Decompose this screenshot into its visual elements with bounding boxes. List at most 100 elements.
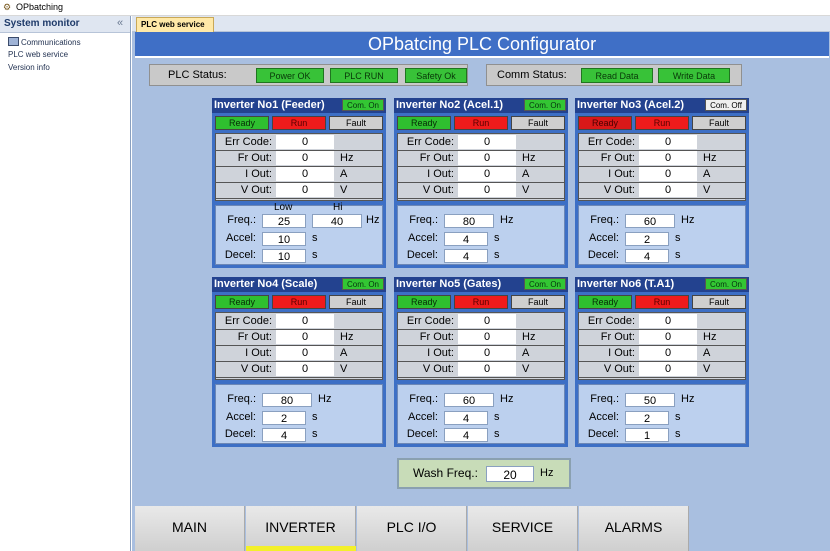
- v-out-unit: V: [703, 363, 711, 375]
- fr-out-unit: Hz: [340, 152, 354, 164]
- freq-input[interactable]: 80: [262, 393, 312, 407]
- freq-input[interactable]: 25: [262, 214, 306, 228]
- fr-out-value: 0: [458, 330, 516, 344]
- inverter-block: Inverter No3 (Acel.2) Com. Off Ready Run Fau…: [575, 98, 749, 268]
- inverter-settings: Freq.: 80 Hz Accel: 2 s Decel: 4 s: [215, 384, 383, 444]
- accel-input[interactable]: 10: [262, 232, 306, 246]
- fault-button[interactable]: Fault: [692, 116, 746, 130]
- i-out-unit: A: [703, 168, 711, 180]
- freq-hi-input[interactable]: 40: [312, 214, 362, 228]
- nav-main-button[interactable]: MAIN: [135, 506, 245, 551]
- nav-label: INVERTER: [265, 519, 336, 535]
- decel-input[interactable]: 10: [262, 249, 306, 263]
- collapse-icon[interactable]: «: [117, 17, 123, 29]
- fr-out-value: 0: [639, 151, 697, 165]
- decel-input[interactable]: 4: [444, 428, 488, 442]
- accel-input[interactable]: 2: [625, 232, 669, 246]
- ready-button[interactable]: Ready: [397, 295, 451, 309]
- sidebar-item-communications[interactable]: Communications: [8, 37, 81, 47]
- freq-label: Freq.:: [227, 214, 256, 226]
- i-out-label: I Out:: [245, 168, 272, 180]
- decel-input[interactable]: 4: [262, 428, 306, 442]
- v-out-unit: V: [522, 184, 530, 196]
- readout-row-err-code: Err Code: 0: [398, 314, 564, 330]
- nav-inverter-button[interactable]: INVERTER: [246, 506, 356, 551]
- ready-button[interactable]: Ready: [215, 295, 269, 309]
- sidebar-item-version-info[interactable]: Version info: [8, 63, 50, 72]
- page-banner: OPbatcing PLC Configurator: [135, 32, 829, 58]
- accel-input[interactable]: 4: [444, 232, 488, 246]
- fault-button[interactable]: Fault: [329, 295, 383, 309]
- fr-out-unit: Hz: [340, 331, 354, 343]
- ready-button[interactable]: Ready: [397, 116, 451, 130]
- readout-row-err-code: Err Code: 0: [579, 135, 745, 151]
- run-button[interactable]: Run: [635, 295, 689, 309]
- freq-input[interactable]: 80: [444, 214, 494, 228]
- accel-input[interactable]: 4: [444, 411, 488, 425]
- safety-ok-indicator: Safety Ok: [405, 68, 467, 83]
- run-button[interactable]: Run: [272, 116, 326, 130]
- i-out-label: I Out:: [427, 347, 454, 359]
- accel-unit: s: [675, 411, 681, 423]
- decel-unit: s: [494, 249, 500, 261]
- run-button[interactable]: Run: [635, 116, 689, 130]
- i-out-unit: A: [522, 347, 530, 359]
- tab-plc-web-service[interactable]: PLC web service: [136, 17, 214, 32]
- sidebar-item-label: Version info: [8, 63, 50, 72]
- sidebar-item-label: PLC web service: [8, 50, 69, 59]
- freq-input[interactable]: 60: [444, 393, 494, 407]
- i-out-unit: A: [522, 168, 530, 180]
- wash-freq-input[interactable]: 20: [486, 466, 534, 482]
- inverter-body: Ready Run Fault Err Code: 0 Fr Out: 0 Hz I Out: 0…: [575, 113, 749, 268]
- i-out-unit: A: [703, 347, 711, 359]
- i-out-value: 0: [639, 346, 697, 360]
- accel-label: Accel:: [226, 232, 256, 244]
- fault-button[interactable]: Fault: [692, 295, 746, 309]
- fr-out-unit: Hz: [703, 331, 717, 343]
- decel-unit: s: [312, 249, 318, 261]
- decel-input[interactable]: 4: [625, 249, 669, 263]
- nav-plc-io-button[interactable]: PLC I/O: [357, 506, 467, 551]
- ready-button[interactable]: Ready: [578, 116, 632, 130]
- fault-button[interactable]: Fault: [329, 116, 383, 130]
- accel-input[interactable]: 2: [625, 411, 669, 425]
- err-code-label: Err Code:: [406, 315, 454, 327]
- wash-freq-box: Wash Freq.: 20 Hz: [397, 458, 571, 489]
- run-button[interactable]: Run: [454, 116, 508, 130]
- sidebar-item-plc-web-service[interactable]: PLC web service: [8, 50, 68, 59]
- accel-input[interactable]: 2: [262, 411, 306, 425]
- freq-label: Freq.:: [590, 393, 619, 405]
- err-code-value: 0: [639, 135, 697, 149]
- fr-out-label: Fr Out:: [600, 331, 635, 343]
- wash-freq-unit: Hz: [540, 467, 554, 479]
- fr-out-label: Fr Out:: [237, 331, 272, 343]
- i-out-label: I Out:: [608, 347, 635, 359]
- readout-row-i-out: I Out: 0 A: [579, 167, 745, 183]
- run-button[interactable]: Run: [272, 295, 326, 309]
- com-status-badge: Com. On: [524, 99, 566, 111]
- nav-service-button[interactable]: SERVICE: [468, 506, 578, 551]
- nav-bar: MAIN INVERTER PLC I/O SERVICE ALARMS: [135, 506, 829, 551]
- fr-out-value: 0: [639, 330, 697, 344]
- freq-label: Freq.:: [590, 214, 619, 226]
- freq-input[interactable]: 60: [625, 214, 675, 228]
- ready-button[interactable]: Ready: [578, 295, 632, 309]
- v-out-unit: V: [522, 363, 530, 375]
- err-code-label: Err Code:: [587, 136, 635, 148]
- freq-input[interactable]: 50: [625, 393, 675, 407]
- err-code-label: Err Code:: [224, 136, 272, 148]
- decel-label: Decel:: [587, 249, 619, 261]
- nav-alarms-button[interactable]: ALARMS: [579, 506, 689, 551]
- freq-unit: Hz: [681, 393, 695, 405]
- decel-input[interactable]: 1: [625, 428, 669, 442]
- fault-button[interactable]: Fault: [511, 116, 565, 130]
- err-code-value: 0: [458, 135, 516, 149]
- v-out-unit: V: [340, 184, 348, 196]
- decel-input[interactable]: 4: [444, 249, 488, 263]
- run-button[interactable]: Run: [454, 295, 508, 309]
- fr-out-unit: Hz: [522, 152, 536, 164]
- fault-button[interactable]: Fault: [511, 295, 565, 309]
- fr-out-value: 0: [458, 151, 516, 165]
- ready-button[interactable]: Ready: [215, 116, 269, 130]
- readout-row-fr-out: Fr Out: 0 Hz: [216, 151, 382, 167]
